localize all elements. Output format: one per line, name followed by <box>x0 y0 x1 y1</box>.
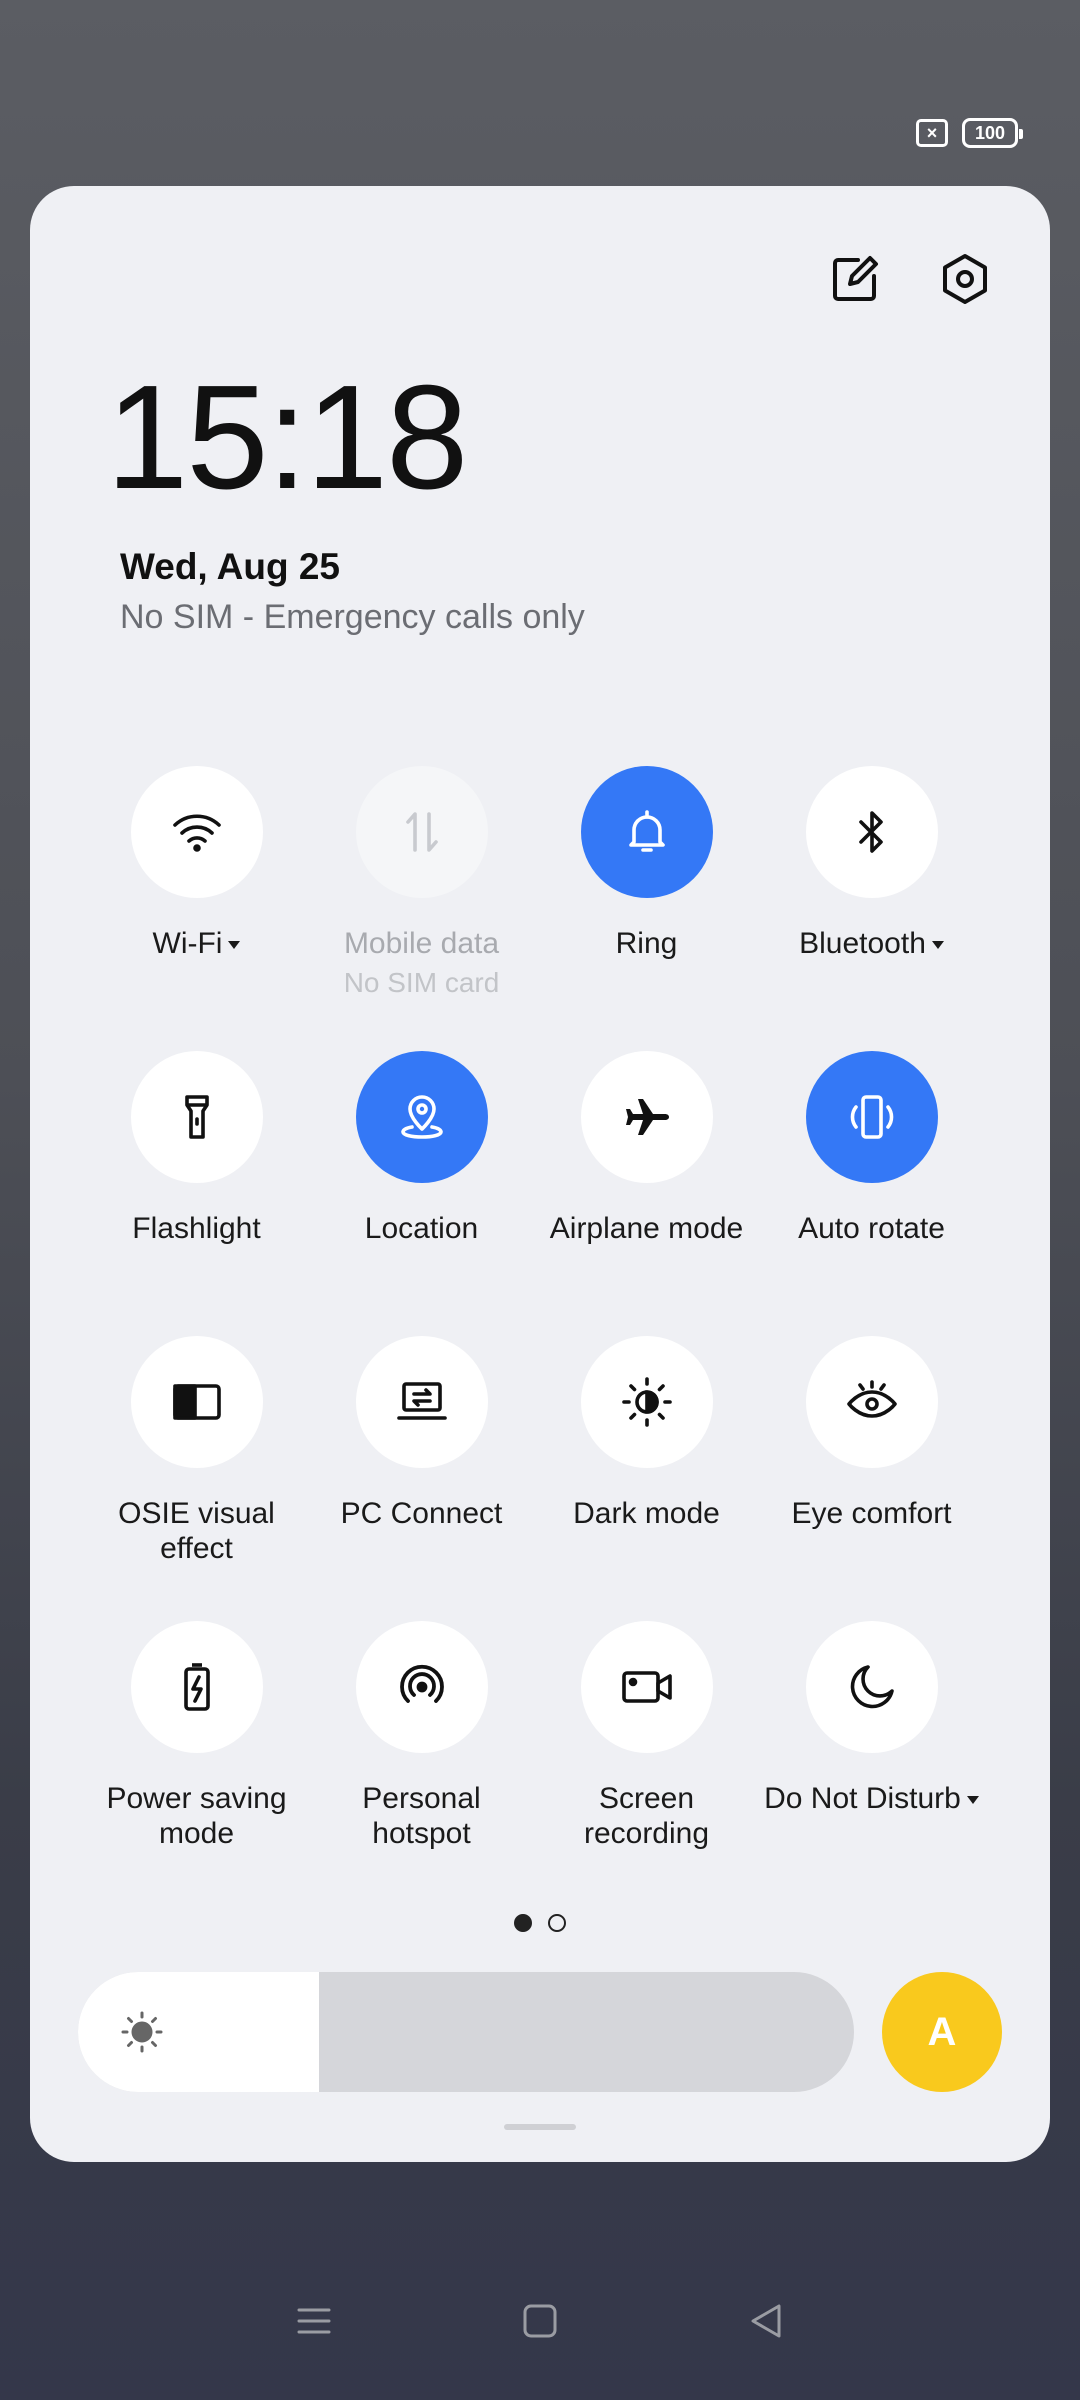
tile-wifi[interactable]: Wi-Fi <box>84 766 309 1051</box>
tile-ring-label: Ring <box>615 927 678 960</box>
navigation-bar <box>0 2300 1080 2347</box>
tile-screen-recording-button[interactable] <box>580 1621 713 1753</box>
tile-bluetooth[interactable]: Bluetooth <box>759 766 984 1051</box>
tile-eye-comfort-label: Eye comfort <box>791 1497 952 1530</box>
tile-eye-comfort-button[interactable] <box>805 1336 938 1468</box>
tile-screen-recording-label-line2: recording <box>583 1817 710 1850</box>
tile-osie-label-line1: OSIE visual <box>118 1497 275 1530</box>
tile-flashlight-label: Flashlight <box>132 1212 261 1245</box>
tile-screen-recording-label-line1: Screen <box>598 1782 695 1815</box>
page-indicator <box>30 1914 1050 1932</box>
battery-level: 100 <box>974 122 1006 143</box>
date[interactable]: Wed, Aug 25 <box>120 546 340 588</box>
no-sim-icon: × <box>916 119 948 147</box>
battery-icon: 100 <box>962 118 1023 148</box>
battery-saver-icon <box>183 1663 210 1711</box>
tile-flashlight-button[interactable] <box>130 1051 263 1183</box>
tile-power-saving-button[interactable] <box>130 1621 263 1753</box>
auto-rotate-icon <box>850 1095 893 1139</box>
tile-auto-rotate-button[interactable] <box>805 1051 938 1183</box>
tile-hotspot-label-line1: Personal <box>362 1782 481 1815</box>
tile-power-saving[interactable]: Power saving mode <box>84 1621 309 1906</box>
tile-auto-rotate[interactable]: Auto rotate <box>759 1051 984 1336</box>
pc-connect-icon <box>396 1382 447 1420</box>
drag-handle[interactable] <box>504 2124 576 2130</box>
tile-mobile-data-label: Mobile data <box>343 927 500 960</box>
tile-eye-comfort[interactable]: Eye comfort <box>759 1336 984 1621</box>
settings-gear-icon[interactable] <box>938 252 992 311</box>
menu-icon[interactable] <box>293 2300 335 2347</box>
sim-status: No SIM - Emergency calls only <box>120 598 585 636</box>
chevron-down-icon[interactable] <box>966 1796 979 1805</box>
tile-dark-mode[interactable]: Dark mode <box>534 1336 759 1621</box>
tile-wifi-label: Wi-Fi <box>152 927 223 960</box>
page-dot-2[interactable] <box>548 1914 566 1932</box>
moon-icon <box>850 1665 894 1709</box>
tile-pc-connect-button[interactable] <box>355 1336 488 1468</box>
auto-brightness-button[interactable]: A <box>882 1972 1002 2092</box>
tile-location-label: Location <box>364 1212 479 1245</box>
dark-mode-icon <box>621 1377 672 1427</box>
tile-osie-button[interactable] <box>130 1336 263 1468</box>
clock[interactable]: 15:18 <box>106 364 468 512</box>
eye-comfort-icon <box>846 1380 897 1418</box>
flashlight-icon <box>184 1095 209 1139</box>
tile-dark-mode-button[interactable] <box>580 1336 713 1468</box>
tile-mobile-data[interactable]: Mobile data No SIM card <box>309 766 534 1051</box>
tile-hotspot[interactable]: Personal hotspot <box>309 1621 534 1906</box>
osie-visual-effect-icon <box>172 1384 221 1420</box>
tile-dark-mode-label: Dark mode <box>573 1497 720 1530</box>
bell-icon <box>628 810 665 852</box>
tile-hotspot-button[interactable] <box>355 1621 488 1753</box>
tile-mobile-data-sublabel: No SIM card <box>343 967 500 998</box>
mobile-data-icon <box>405 812 438 852</box>
tile-screen-recording[interactable]: Screen recording <box>534 1621 759 1906</box>
tile-hotspot-label-line2: hotspot <box>372 1817 471 1850</box>
brightness-sun-icon <box>121 2011 163 2053</box>
tile-airplane-mode-label: Airplane mode <box>549 1212 744 1245</box>
tile-auto-rotate-label: Auto rotate <box>798 1212 945 1245</box>
bluetooth-icon <box>858 811 883 853</box>
tile-bluetooth-button[interactable] <box>805 766 938 898</box>
chevron-down-icon[interactable] <box>228 941 241 950</box>
hotspot-icon <box>399 1664 444 1703</box>
panel-top-icons <box>828 252 992 311</box>
tile-power-saving-label-line1: Power saving <box>106 1782 287 1815</box>
chevron-down-icon[interactable] <box>931 941 944 950</box>
tile-do-not-disturb-button[interactable] <box>805 1621 938 1753</box>
tile-ring-button[interactable] <box>580 766 713 898</box>
tile-pc-connect[interactable]: PC Connect <box>309 1336 534 1621</box>
airplane-icon <box>625 1099 669 1135</box>
tile-do-not-disturb[interactable]: Do Not Disturb <box>759 1621 984 1906</box>
edit-icon[interactable] <box>828 252 882 311</box>
brightness-slider[interactable] <box>78 1972 854 2092</box>
home-icon[interactable] <box>519 2300 561 2347</box>
tile-ring[interactable]: Ring <box>534 766 759 1051</box>
quick-settings-panel: 15:18 Wed, Aug 25 No SIM - Emergency cal… <box>30 186 1050 2162</box>
tile-flashlight[interactable]: Flashlight <box>84 1051 309 1336</box>
auto-brightness-label: A <box>927 2009 957 2054</box>
wifi-icon <box>172 814 221 852</box>
tile-do-not-disturb-label: Do Not Disturb <box>764 1782 961 1815</box>
tile-airplane-mode-button[interactable] <box>580 1051 713 1183</box>
tile-osie[interactable]: OSIE visual effect <box>84 1336 309 1621</box>
tile-osie-label-line2: effect <box>160 1532 233 1565</box>
tile-bluetooth-label: Bluetooth <box>799 927 926 960</box>
location-pin-icon <box>400 1095 443 1139</box>
tile-airplane-mode[interactable]: Airplane mode <box>534 1051 759 1336</box>
page-dot-1[interactable] <box>514 1914 532 1932</box>
tile-wifi-button[interactable] <box>130 766 263 898</box>
brightness-slider-fill <box>78 1972 319 2092</box>
quick-tiles-grid: Wi-Fi Mobile data No SIM card Ring Bluet… <box>84 766 984 1906</box>
status-bar: × 100 <box>916 118 1023 148</box>
tile-power-saving-label-line2: mode <box>158 1817 235 1850</box>
back-icon[interactable] <box>745 2300 787 2347</box>
screen-recording-icon <box>621 1671 672 1703</box>
tile-mobile-data-button[interactable] <box>355 766 488 898</box>
tile-pc-connect-label: PC Connect <box>340 1497 503 1530</box>
tile-location-button[interactable] <box>355 1051 488 1183</box>
tile-location[interactable]: Location <box>309 1051 534 1336</box>
